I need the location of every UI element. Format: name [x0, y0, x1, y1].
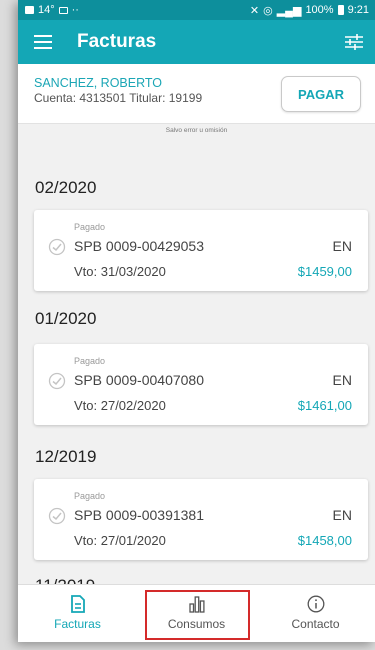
invoice-type: EN	[332, 238, 352, 254]
invoice-amount: $1458,00	[297, 533, 352, 548]
check-circle-icon	[48, 238, 66, 256]
invoice-due-date: Vto: 31/03/2020	[74, 264, 166, 279]
document-icon	[70, 595, 85, 613]
pay-button[interactable]: PAGAR	[281, 76, 361, 112]
check-circle-icon	[48, 372, 66, 390]
invoice-card[interactable]: Pagado SPB 0009-00407080 EN Vto: 27/02/2…	[34, 344, 368, 425]
signal-icon: ▂▄▆	[276, 4, 302, 17]
clock: 9:21	[347, 4, 369, 16]
nav-consumos[interactable]: Consumos	[137, 585, 256, 642]
nav-label: Consumos	[167, 617, 226, 631]
tune-icon[interactable]	[345, 34, 363, 50]
period-heading: 01/2020	[35, 309, 97, 328]
check-circle-icon	[48, 507, 66, 525]
period-heading: 11/2019	[35, 576, 95, 584]
more-notifications: ··	[71, 4, 79, 16]
period-heading: 12/2019	[35, 447, 97, 466]
period-heading: 02/2020	[35, 178, 97, 197]
battery-icon	[337, 5, 344, 15]
nav-label: Facturas	[54, 617, 101, 631]
menu-icon[interactable]	[34, 35, 52, 49]
bottom-navigation: Facturas Consumos Contacto	[18, 584, 375, 642]
invoice-due-date: Vto: 27/02/2020	[74, 398, 166, 413]
invoice-number: SPB 0009-00429053	[74, 238, 204, 254]
image-notification-icon	[25, 6, 34, 14]
bar-chart-icon	[188, 596, 205, 613]
invoice-status: Pagado	[74, 356, 106, 366]
battery-level: 100%	[305, 4, 334, 16]
nav-facturas[interactable]: Facturas	[18, 585, 137, 642]
nav-label: Contacto	[291, 617, 340, 631]
status-bar: 14° ·· ✕ ◎ ▂▄▆ 100% 9:21	[18, 0, 375, 20]
invoice-type: EN	[332, 372, 352, 388]
invoice-status: Pagado	[74, 491, 106, 501]
invoice-due-date: Vto: 27/01/2020	[74, 533, 166, 548]
nav-contacto[interactable]: Contacto	[256, 585, 375, 642]
invoice-card[interactable]: Pagado SPB 0009-00429053 EN Vto: 31/03/2…	[34, 210, 368, 291]
disclaimer: Salvo error u omisión	[165, 127, 228, 134]
alarm-icon: ◎	[263, 4, 273, 17]
invoice-amount: $1459,00	[297, 264, 352, 279]
invoice-number: SPB 0009-00407080	[74, 372, 204, 388]
phone-screen: 14° ·· ✕ ◎ ▂▄▆ 100% 9:21 Facturas SANCHE…	[18, 0, 375, 642]
invoice-type: EN	[332, 507, 352, 523]
invoice-number: SPB 0009-00391381	[74, 507, 204, 523]
screen-notification-icon	[58, 6, 68, 14]
mute-icon: ✕	[249, 4, 260, 17]
account-header: SANCHEZ, ROBERTO Cuenta: 4313501 Titular…	[18, 64, 375, 124]
invoice-card[interactable]: Pagado SPB 0009-00391381 EN Vto: 27/01/2…	[34, 479, 368, 560]
invoice-amount: $1461,00	[297, 398, 352, 413]
page-title: Facturas	[77, 31, 157, 52]
app-bar: Facturas	[18, 20, 375, 64]
account-details: Cuenta: 4313501 Titular: 19199	[34, 91, 203, 105]
invoice-status: Pagado	[74, 222, 106, 232]
info-icon	[307, 595, 324, 613]
account-holder-name: SANCHEZ, ROBERTO	[34, 76, 163, 90]
temperature: 14°	[38, 4, 55, 16]
invoice-list[interactable]: 02/2020 Pagado SPB 0009-00429053 EN Vto:…	[18, 166, 375, 584]
